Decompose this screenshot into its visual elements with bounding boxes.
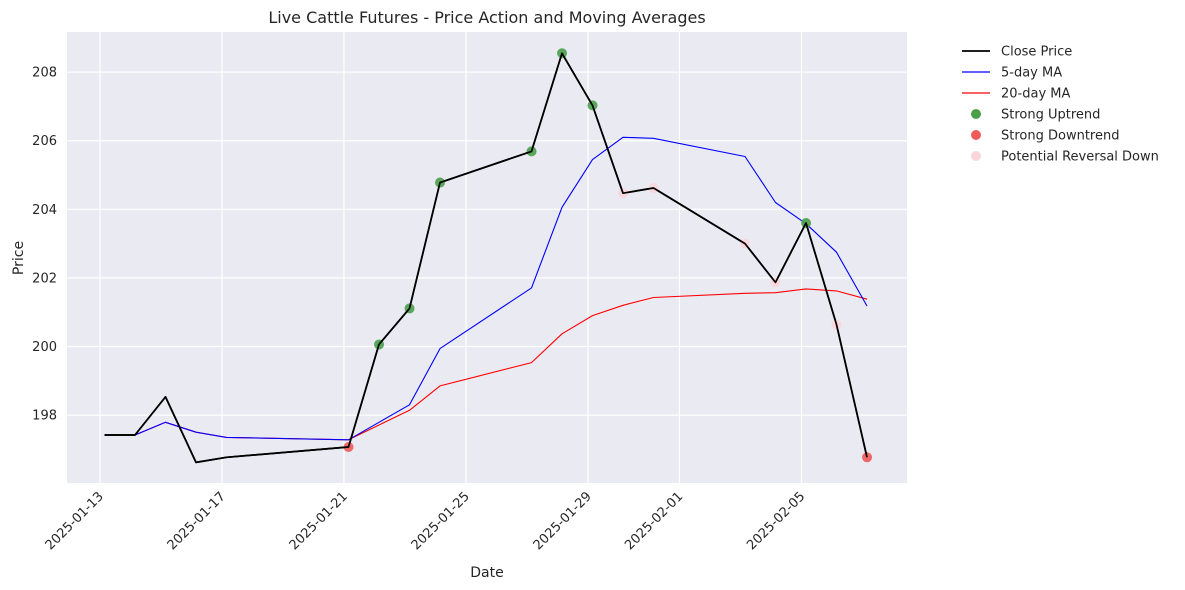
- legend-label-5-day-ma: 5-day MA: [1001, 66, 1062, 81]
- x-tick-label: 2025-01-25: [409, 489, 473, 553]
- legend-label-strong-uptrend: Strong Uptrend: [1001, 108, 1100, 123]
- legend-label-20-day-ma: 20-day MA: [1001, 87, 1070, 102]
- y-tick-label: 198: [32, 409, 57, 424]
- y-tick-label: 208: [32, 66, 57, 81]
- legend-label-strong-downtrend: Strong Downtrend: [1001, 129, 1119, 144]
- legend-swatch-strong-uptrend: [971, 109, 981, 119]
- x-tick-label: 2025-01-13: [43, 489, 107, 553]
- x-tick-label: 2025-01-17: [165, 489, 229, 553]
- legend-swatch-potential-reversal-down: [971, 151, 981, 161]
- y-tick-label: 202: [32, 271, 57, 286]
- y-tick-label: 206: [32, 134, 57, 149]
- legend-swatch-strong-downtrend: [971, 130, 981, 140]
- x-tick-label: 2025-01-29: [531, 489, 595, 553]
- x-tick-label: 2025-02-01: [622, 489, 686, 553]
- y-tick-label: 200: [32, 340, 57, 355]
- x-tick-label: 2025-01-21: [287, 489, 351, 553]
- legend-label-potential-reversal-down: Potential Reversal Down: [1001, 150, 1159, 165]
- y-axis-label: Price: [11, 241, 27, 275]
- y-tick-label: 204: [32, 203, 57, 218]
- legend: Close Price 5-day MA 20-day MA Strong Uptre…: [962, 45, 1159, 165]
- x-tick-label: 2025-02-05: [744, 489, 808, 553]
- chart-title: Live Cattle Futures - Price Action and M…: [268, 8, 705, 27]
- chart: 198 200 202 204 206 208 2025-01-13 2025-01-17 20…: [11, 8, 1159, 581]
- legend-label-close-price: Close Price: [1001, 45, 1072, 60]
- x-axis-label: Date: [470, 565, 503, 581]
